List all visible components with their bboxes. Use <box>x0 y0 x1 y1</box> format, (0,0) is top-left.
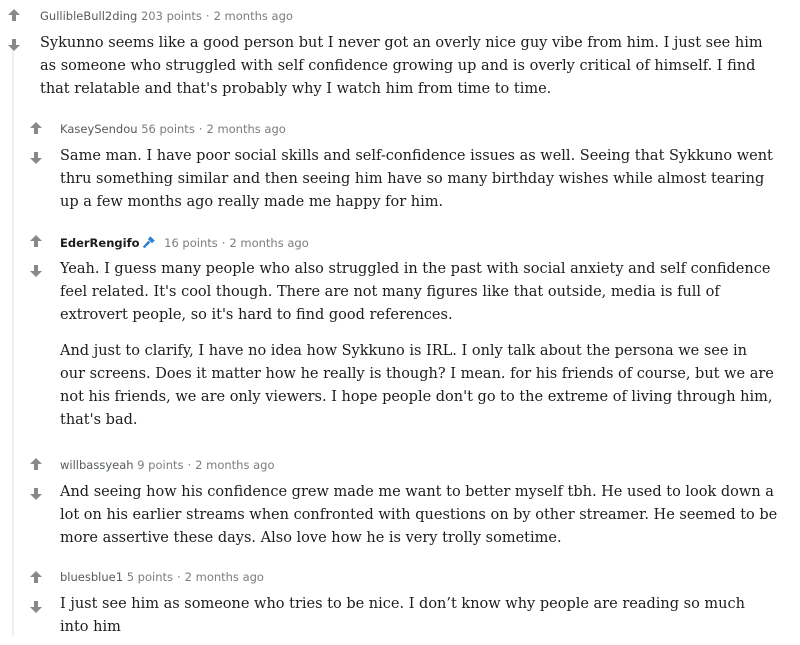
vote-controls <box>6 7 24 53</box>
comment-paragraph: And seeing how his confidence grew made … <box>60 484 778 546</box>
comment-age[interactable]: 2 months ago <box>214 9 293 23</box>
comment-paragraph: And just to clarify, I have no idea how … <box>60 343 774 428</box>
comment-points: 16 points <box>164 236 218 250</box>
downvote-arrow-icon[interactable] <box>28 599 44 615</box>
separator: · <box>221 236 226 250</box>
separator: · <box>198 122 203 136</box>
comment-body: Sykunno seems like a good person but I n… <box>40 32 780 101</box>
upvote-arrow-icon[interactable] <box>28 120 44 136</box>
vote-controls <box>28 569 46 615</box>
comment-body: Yeah. I guess many people who also strug… <box>60 258 775 432</box>
comment-meta: bluesblue1 5 points · 2 months ago <box>60 569 264 585</box>
comment-meta: willbassyeah 9 points · 2 months ago <box>60 457 274 473</box>
downvote-arrow-icon[interactable] <box>28 263 44 279</box>
thread-line[interactable] <box>12 46 14 636</box>
vote-controls <box>28 120 46 166</box>
comment-age[interactable]: 2 months ago <box>185 570 264 584</box>
comment-paragraph: Yeah. I guess many people who also strug… <box>60 261 771 323</box>
comment-author[interactable]: bluesblue1 <box>60 570 123 584</box>
comment-author[interactable]: willbassyeah <box>60 458 134 472</box>
comment-age[interactable]: 2 months ago <box>206 122 285 136</box>
comment-body: And seeing how his confidence grew made … <box>60 481 780 550</box>
microphone-icon <box>141 234 157 254</box>
comment-author[interactable]: GullibleBull2ding <box>40 9 137 23</box>
separator: · <box>205 9 210 23</box>
separator: · <box>187 458 192 472</box>
comment-points: 5 points <box>126 570 173 584</box>
comment-author[interactable]: KaseySendou <box>60 122 138 136</box>
comment-age[interactable]: 2 months ago <box>195 458 274 472</box>
comment-meta: GullibleBull2ding 203 points · 2 months ag… <box>40 8 293 24</box>
comment-meta: KaseySendou 56 points · 2 months ago <box>60 121 286 137</box>
separator: · <box>176 570 181 584</box>
comment-author[interactable]: EderRengifo <box>60 236 139 250</box>
upvote-arrow-icon[interactable] <box>28 233 44 249</box>
comment-body: Same man. I have poor social skills and … <box>60 145 775 214</box>
upvote-arrow-icon[interactable] <box>28 569 44 585</box>
comment-body: I just see him as someone who tries to b… <box>60 593 760 639</box>
downvote-arrow-icon[interactable] <box>6 37 22 53</box>
comment-points: 203 points <box>140 9 202 23</box>
comment-meta: EderRengifo 16 points · 2 months ago <box>60 234 309 254</box>
comment-paragraph: I just see him as someone who tries to b… <box>60 596 745 635</box>
vote-controls <box>28 456 46 502</box>
comment-paragraph: Sykunno seems like a good person but I n… <box>40 35 763 97</box>
downvote-arrow-icon[interactable] <box>28 150 44 166</box>
comment-paragraph: Same man. I have poor social skills and … <box>60 148 773 210</box>
comment-points: 56 points <box>141 122 195 136</box>
upvote-arrow-icon[interactable] <box>28 456 44 472</box>
vote-controls <box>28 233 46 279</box>
comment-age[interactable]: 2 months ago <box>229 236 308 250</box>
comment-points: 9 points <box>137 458 184 472</box>
upvote-arrow-icon[interactable] <box>6 7 22 23</box>
downvote-arrow-icon[interactable] <box>28 486 44 502</box>
